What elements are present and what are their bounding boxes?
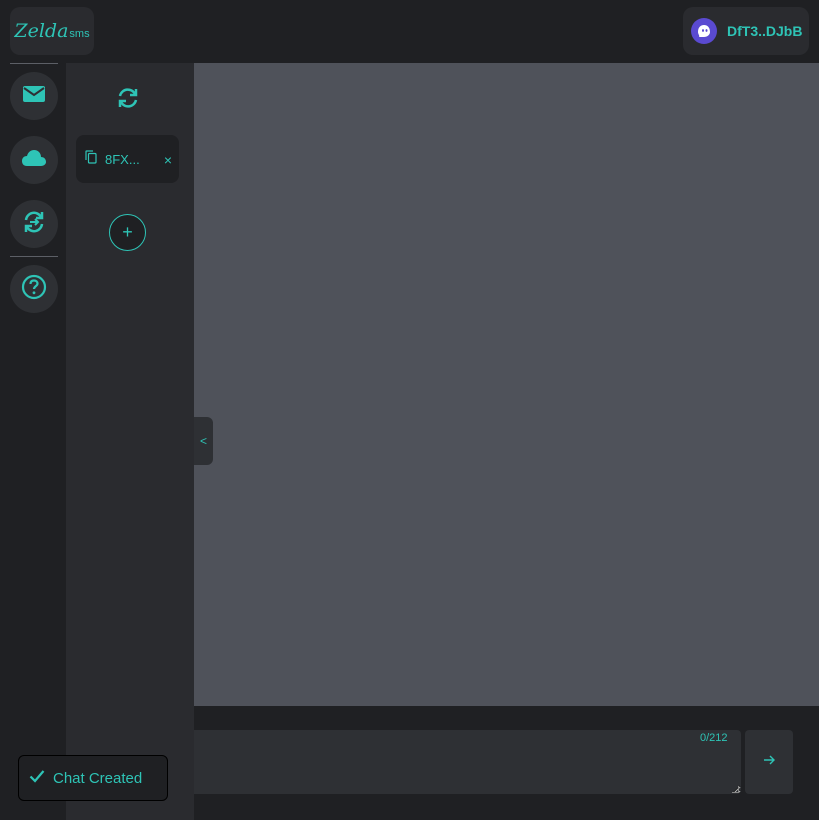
check-icon xyxy=(29,769,45,788)
rail-divider xyxy=(10,63,58,64)
refresh-icon xyxy=(116,86,140,115)
swap-icon xyxy=(21,209,47,240)
character-counter: 0/212 xyxy=(700,732,728,744)
logo-name: Zelda xyxy=(14,20,69,42)
rail-button-help[interactable] xyxy=(10,265,58,313)
rail-button-cloud[interactable] xyxy=(10,136,58,184)
top-bar: Zelda sms DfT3..DJbB xyxy=(0,0,819,63)
chat-item-label: 8FX... xyxy=(105,151,140,167)
message-area xyxy=(194,63,819,706)
resize-grip[interactable] xyxy=(732,786,739,793)
composer-bar: 0/212 xyxy=(194,706,819,820)
help-icon xyxy=(21,274,47,305)
close-icon[interactable]: × xyxy=(164,152,172,168)
chat-item[interactable]: 8FX... × xyxy=(76,135,179,183)
mail-icon xyxy=(22,84,46,109)
wallet-button[interactable]: DfT3..DJbB xyxy=(683,7,809,55)
logo-suffix: sms xyxy=(69,28,90,40)
toast-notification: Chat Created xyxy=(18,755,168,801)
toast-text: Chat Created xyxy=(53,769,143,787)
copy-icon[interactable] xyxy=(85,149,97,169)
send-button[interactable] xyxy=(745,730,793,794)
refresh-button[interactable] xyxy=(114,86,142,114)
icon-rail xyxy=(0,63,66,820)
chat-list-panel: 8FX... × + xyxy=(66,63,194,820)
rail-divider xyxy=(10,256,58,257)
collapse-panel-button[interactable]: < xyxy=(194,417,213,465)
add-chat-button[interactable]: + xyxy=(109,214,146,251)
cloud-icon xyxy=(21,149,47,172)
ghost-icon xyxy=(691,18,717,44)
rail-button-swap[interactable] xyxy=(10,200,58,248)
arrow-right-icon xyxy=(763,753,775,771)
wallet-address: DfT3..DJbB xyxy=(727,23,803,39)
app-logo[interactable]: Zelda sms xyxy=(10,7,94,55)
message-input[interactable] xyxy=(194,730,741,794)
rail-button-messages[interactable] xyxy=(10,72,58,120)
